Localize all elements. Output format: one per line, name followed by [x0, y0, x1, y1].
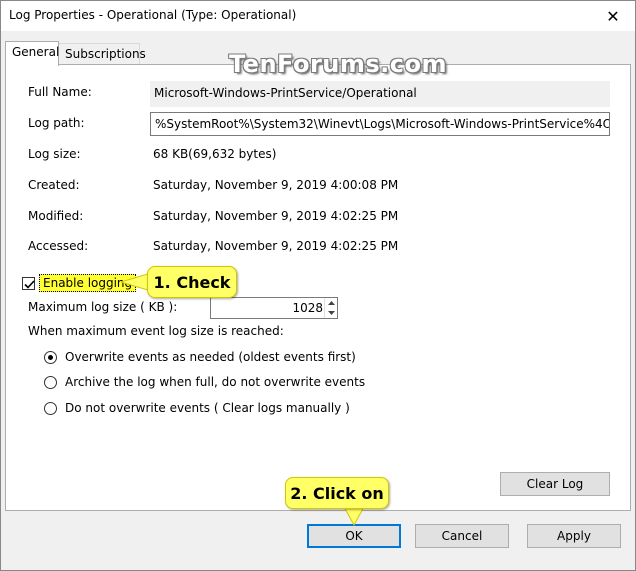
spin-down-button[interactable] [325, 308, 337, 318]
accessed-value: Saturday, November 9, 2019 4:02:25 PM [153, 239, 399, 253]
close-icon: ✕ [606, 6, 620, 26]
created-value: Saturday, November 9, 2019 4:00:08 PM [153, 178, 399, 192]
chevron-up-icon [327, 301, 335, 305]
log-properties-dialog: Log Properties - Operational (Type: Oper… [0, 0, 636, 571]
modified-value: Saturday, November 9, 2019 4:02:25 PM [153, 209, 399, 223]
log-size-value: 68 KB(69,632 bytes) [153, 147, 277, 161]
spin-arrows [324, 298, 337, 318]
full-name-value: Microsoft-Windows-PrintService/Operation… [150, 81, 610, 107]
modified-label: Modified: [28, 209, 84, 223]
radio-archive-when-full[interactable]: Archive the log when full, do not overwr… [44, 373, 365, 391]
tab-subscriptions[interactable]: Subscriptions [58, 43, 146, 65]
created-label: Created: [28, 178, 80, 192]
radio-button[interactable] [44, 350, 57, 364]
callout-check: 1. Check [147, 266, 237, 298]
radio-overwrite-as-needed[interactable]: Overwrite events as needed (oldest event… [44, 348, 356, 366]
general-panel: Full Name: Microsoft-Windows-PrintServic… [5, 64, 631, 511]
policy-heading: When maximum event log size is reached: [28, 324, 284, 338]
close-button[interactable]: ✕ [591, 1, 635, 31]
max-log-size-label: Maximum log size ( KB ): [28, 300, 178, 314]
log-path-label: Log path: [28, 116, 85, 130]
title-bar: Log Properties - Operational (Type: Oper… [1, 1, 635, 31]
clear-log-button[interactable]: Clear Log [500, 472, 610, 496]
max-log-size-value: 1028 [292, 301, 323, 315]
max-log-size-stepper[interactable]: 1028 [210, 297, 338, 319]
log-path-field[interactable]: %SystemRoot%\System32\Winevt\Logs\Micros… [150, 112, 610, 136]
window-title: Log Properties - Operational (Type: Oper… [9, 8, 297, 22]
radio-do-not-overwrite[interactable]: Do not overwrite events ( Clear logs man… [44, 399, 350, 417]
radio-label: Archive the log when full, do not overwr… [65, 375, 366, 389]
apply-button[interactable]: Apply [527, 524, 621, 548]
radio-label: Overwrite events as needed (oldest event… [65, 350, 356, 364]
radio-button[interactable] [44, 375, 57, 389]
ok-button[interactable]: OK [307, 524, 401, 548]
enable-logging-row[interactable]: Enable logging [22, 273, 137, 293]
tab-general[interactable]: General [5, 41, 59, 66]
checkmark-icon [24, 279, 35, 289]
watermark: TenForums.com [229, 50, 448, 78]
spin-up-button[interactable] [325, 298, 337, 308]
full-name-label: Full Name: [28, 85, 92, 99]
chevron-down-icon [327, 311, 335, 315]
log-size-label: Log size: [28, 147, 81, 161]
radio-button[interactable] [44, 401, 57, 415]
enable-logging-checkbox[interactable] [22, 276, 35, 290]
cancel-button[interactable]: Cancel [415, 524, 509, 548]
radio-label: Do not overwrite events ( Clear logs man… [65, 401, 350, 415]
callout-click-ok: 2. Click on [285, 477, 389, 509]
accessed-label: Accessed: [28, 239, 89, 253]
